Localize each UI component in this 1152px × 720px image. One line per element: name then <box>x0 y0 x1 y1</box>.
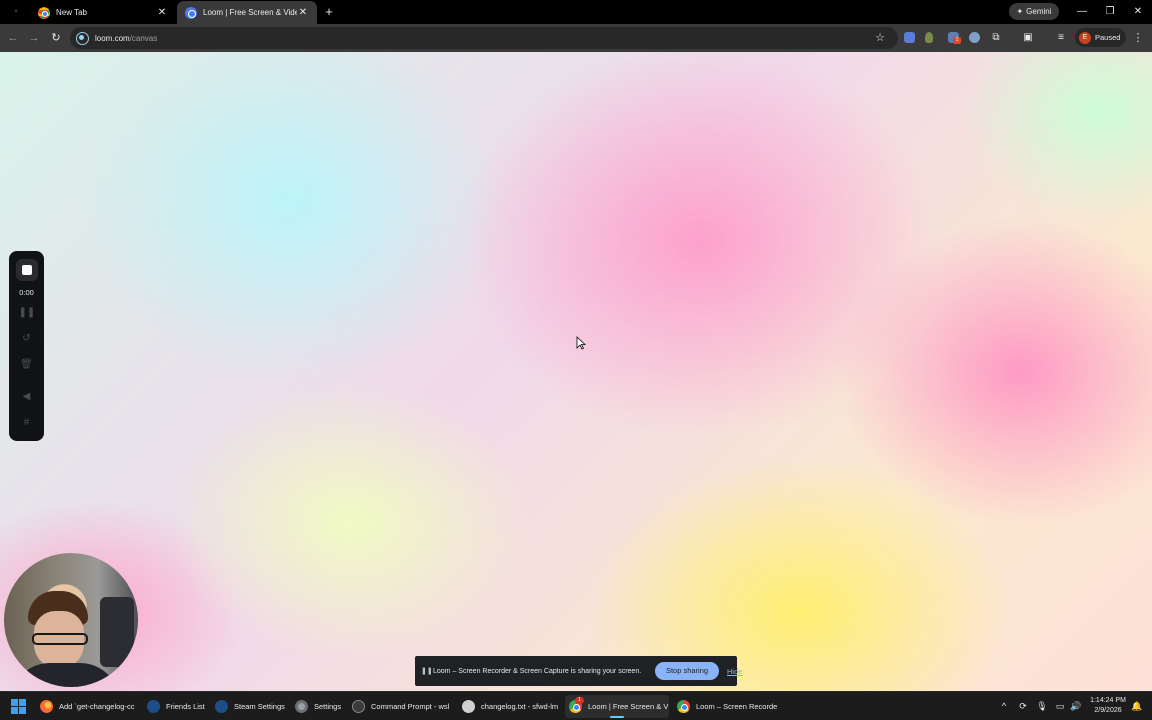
taskbar-item-loom-recorder[interactable]: Loom – Screen Recorde <box>673 695 777 718</box>
stop-square-icon <box>21 265 32 275</box>
reading-list-icon[interactable]: ≡ <box>1053 30 1069 46</box>
gemini-label: Gemini <box>1026 7 1052 16</box>
browser-toolbar: ← → ↻ loom.com/canvas ☆ 1 ⧉ ▣ ≡ E Paused… <box>0 24 1152 52</box>
profile-paused-button[interactable]: E Paused <box>1075 28 1126 47</box>
hide-sharing-link[interactable]: Hide <box>727 667 742 676</box>
stop-recording-button[interactable] <box>15 259 38 281</box>
system-clock[interactable]: 1:14:24 PM 2/9/2026 <box>1085 696 1131 716</box>
firefox-icon <box>40 700 53 713</box>
recorder-control-bar: 0:00 ❚❚ ↺ 🗑 ◀ # <box>9 251 44 441</box>
close-window-icon[interactable]: ✕ <box>1130 4 1146 20</box>
globe-extension-icon[interactable] <box>969 32 980 43</box>
forward-arrow-icon[interactable]: → <box>26 30 42 46</box>
browser-menu-icon[interactable]: ⋮ <box>1132 30 1144 46</box>
taskbar-item-firefox[interactable]: Add `get-changelog-cc <box>36 695 140 718</box>
gemini-button[interactable]: ✦ Gemini <box>1009 3 1059 20</box>
clock-date: 2/9/2026 <box>1094 707 1122 714</box>
browser-tab-strip: ◦ New Tab ✕ Loom | Free Screen & Video R… <box>0 0 1152 24</box>
tab-new-tab[interactable]: New Tab ✕ <box>30 1 176 24</box>
taskbar-item-label: Friends List <box>166 702 205 711</box>
network-icon[interactable]: ▭ <box>1053 699 1067 713</box>
taskbar-item-label: Add `get-changelog-cc <box>59 702 135 711</box>
bookmark-star-icon[interactable]: ☆ <box>873 30 887 46</box>
sharing-pause-icon: ❚❚ <box>421 668 433 675</box>
restart-icon[interactable]: ↺ <box>19 331 35 347</box>
speaker-icon[interactable]: ◀ <box>19 389 35 405</box>
volume-icon[interactable]: 🔊 <box>1069 699 1083 713</box>
profile-status: Paused <box>1095 33 1121 42</box>
tab-search-icon[interactable]: ◦ <box>8 5 24 19</box>
mouse-pointer-icon <box>576 336 586 350</box>
gemini-sparkle-icon: ✦ <box>1016 7 1024 16</box>
restore-icon[interactable]: ❐ <box>1102 4 1118 20</box>
steam-icon <box>147 700 160 713</box>
shield-extension-icon[interactable] <box>904 32 915 43</box>
windows-taskbar: Add `get-changelog-cc Friends List Steam… <box>0 691 1152 720</box>
chrome-icon <box>677 700 690 713</box>
webcam-bubble[interactable] <box>4 553 138 687</box>
url-domain: loom.com <box>95 33 130 43</box>
tab-close-icon[interactable]: ✕ <box>156 7 168 18</box>
taskbar-item-settings[interactable]: Settings <box>291 695 345 718</box>
taskbar-item-label: Command Prompt - wsl <box>371 702 450 711</box>
taskbar-item-friends-list[interactable]: Friends List <box>143 695 209 718</box>
recording-timer: 0:00 <box>19 288 34 297</box>
tab-close-icon[interactable]: ✕ <box>297 7 309 18</box>
address-bar[interactable]: loom.com/canvas <box>70 27 898 49</box>
taskbar-item-label: Loom | Free Screen & V <box>588 702 669 711</box>
windows-start-icon[interactable] <box>11 699 26 714</box>
taskbar-item-label: Settings <box>314 702 342 711</box>
url-path: /canvas <box>129 33 158 43</box>
site-info-icon[interactable] <box>76 31 89 45</box>
tab-loom[interactable]: Loom | Free Screen & Video Recording ✕ <box>177 1 317 24</box>
mic-extension-icon[interactable] <box>925 32 933 43</box>
stop-sharing-button[interactable]: Stop sharing <box>655 662 719 680</box>
taskbar-item-steam-settings[interactable]: Steam Settings <box>211 695 289 718</box>
microphone-icon[interactable]: 🎙 <box>1035 699 1049 713</box>
sharing-message: Loom – Screen Recorder & Screen Capture … <box>433 667 642 675</box>
new-tab-plus-icon[interactable]: + <box>322 4 336 20</box>
taskbar-item-command-prompt[interactable]: Command Prompt - wsl <box>348 695 454 718</box>
taskbar-item-label: changelog.txt - sfwd-lm <box>481 702 559 711</box>
taskbar-item-changelog[interactable]: changelog.txt - sfwd-lm <box>458 695 562 718</box>
clock-time: 1:14:24 PM <box>1090 697 1126 704</box>
loom-canvas: 0:00 ❚❚ ↺ 🗑 ◀ # ❚❚ Loom – Screen Recorde… <box>0 52 1152 691</box>
drawing-tool-icon[interactable]: # <box>19 415 35 431</box>
trash-icon[interactable]: 🗑 <box>19 357 35 373</box>
tab-title: Loom | Free Screen & Video Recording <box>203 8 297 17</box>
reload-icon[interactable]: ↻ <box>48 30 64 46</box>
screen-sharing-bar: ❚❚ Loom – Screen Recorder & Screen Captu… <box>415 656 742 686</box>
tab-title: New Tab <box>56 8 87 17</box>
terminal-icon <box>352 700 365 713</box>
loom-favicon-icon <box>185 6 197 19</box>
extensions-puzzle-icon[interactable]: ⧉ <box>988 30 1004 46</box>
extension-badge: 1 <box>953 37 961 44</box>
chrome-notification-badge: 1 <box>575 697 584 704</box>
pause-icon[interactable]: ❚❚ <box>19 305 36 321</box>
profile-avatar: E <box>1079 31 1091 44</box>
sync-icon[interactable]: ⟳ <box>1016 699 1030 713</box>
notification-bell-icon[interactable]: 🔔 <box>1130 699 1144 713</box>
back-arrow-icon[interactable]: ← <box>5 30 21 46</box>
minimize-icon[interactable]: — <box>1074 4 1090 20</box>
tray-overflow-chevron-icon[interactable]: ^ <box>997 699 1011 713</box>
taskbar-item-label: Steam Settings <box>234 702 285 711</box>
settings-gear-icon <box>295 700 308 713</box>
taskbar-item-label: Loom – Screen Recorde <box>696 702 777 711</box>
notepad-icon <box>462 700 475 713</box>
steam-icon <box>215 700 228 713</box>
chrome-favicon-icon <box>38 6 50 19</box>
split-screen-icon[interactable]: ▣ <box>1020 30 1036 46</box>
